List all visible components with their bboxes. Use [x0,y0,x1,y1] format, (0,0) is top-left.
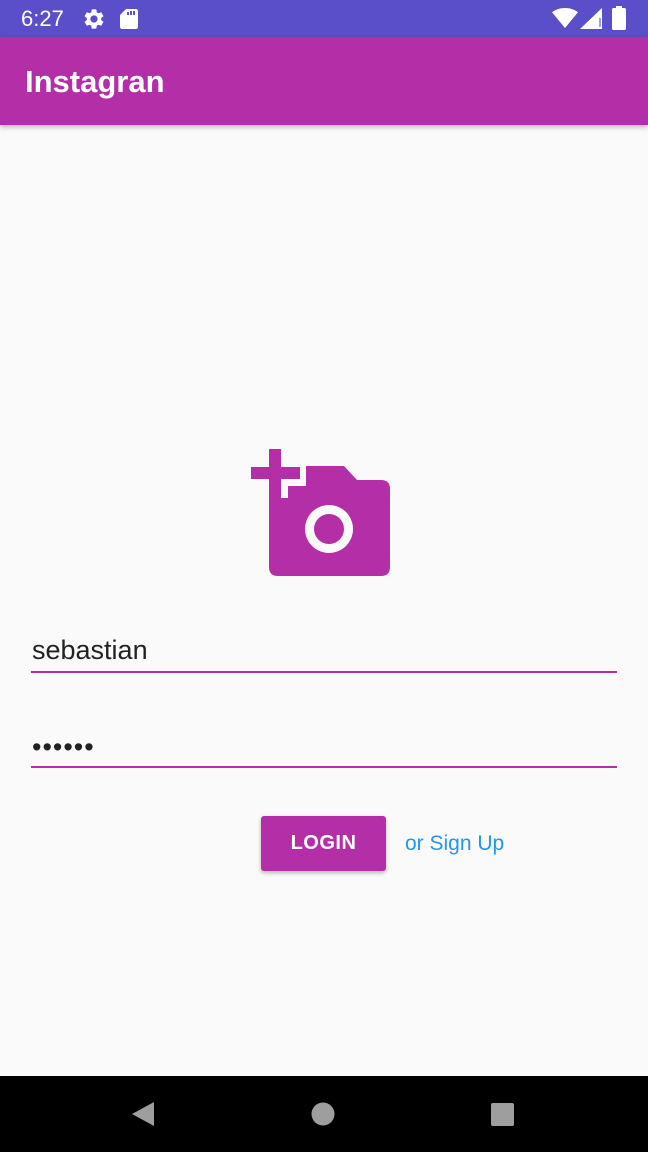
battery-icon [612,6,626,30]
login-button[interactable]: LOGIN [261,816,386,871]
app-title: Instagran [25,64,165,99]
home-icon[interactable] [303,1096,343,1132]
status-time: 6:27 [21,6,64,31]
cellular-signal-icon [580,8,602,29]
username-input[interactable] [31,629,617,673]
recents-icon[interactable] [482,1096,522,1132]
app-bar: Instagran [0,37,648,125]
login-screen: 6:27 Instagran L [0,0,648,1152]
status-bar: 6:27 [0,0,648,37]
password-input[interactable] [31,728,617,768]
back-icon[interactable] [124,1096,164,1132]
settings-gear-icon [84,9,104,29]
navigation-bar [0,1076,648,1152]
add-a-photo-icon [251,449,390,576]
sd-card-icon [120,9,138,29]
wifi-icon [552,8,578,28]
signup-link[interactable]: or Sign Up [405,831,504,857]
